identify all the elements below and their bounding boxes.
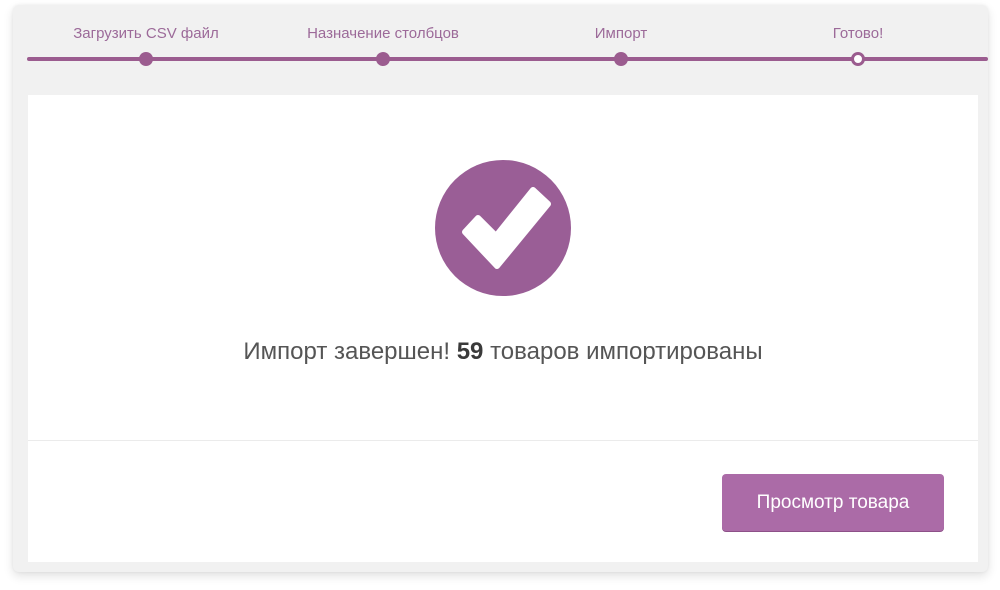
step-upload-dot: [139, 52, 153, 66]
step-upload-label: Загрузить CSV файл: [73, 25, 219, 42]
checkmark-icon: [462, 187, 551, 269]
result-prefix: Импорт завершен!: [243, 338, 451, 365]
view-products-button[interactable]: Просмотр товара: [722, 474, 944, 531]
result-card: Импорт завершен! 59 товаров импортирован…: [28, 95, 978, 562]
result-suffix: товаров импортированы: [490, 338, 763, 365]
import-result-message: Импорт завершен! 59 товаров импортирован…: [28, 338, 978, 366]
progress-steps: Загрузить CSV файл Назначение столбцов И…: [13, 5, 988, 95]
step-done-label: Готово!: [832, 25, 884, 42]
success-badge: [435, 160, 571, 296]
step-import-dot: [614, 52, 628, 66]
step-mapping-label: Назначение столбцов: [307, 25, 459, 42]
step-done-dot: [851, 52, 865, 66]
footer-divider: [28, 440, 978, 441]
imported-count: 59: [456, 338, 484, 365]
importer-window: Загрузить CSV файл Назначение столбцов И…: [13, 5, 988, 572]
step-mapping-dot: [376, 52, 390, 66]
step-import-label: Импорт: [594, 25, 648, 42]
progress-track: [27, 57, 988, 61]
